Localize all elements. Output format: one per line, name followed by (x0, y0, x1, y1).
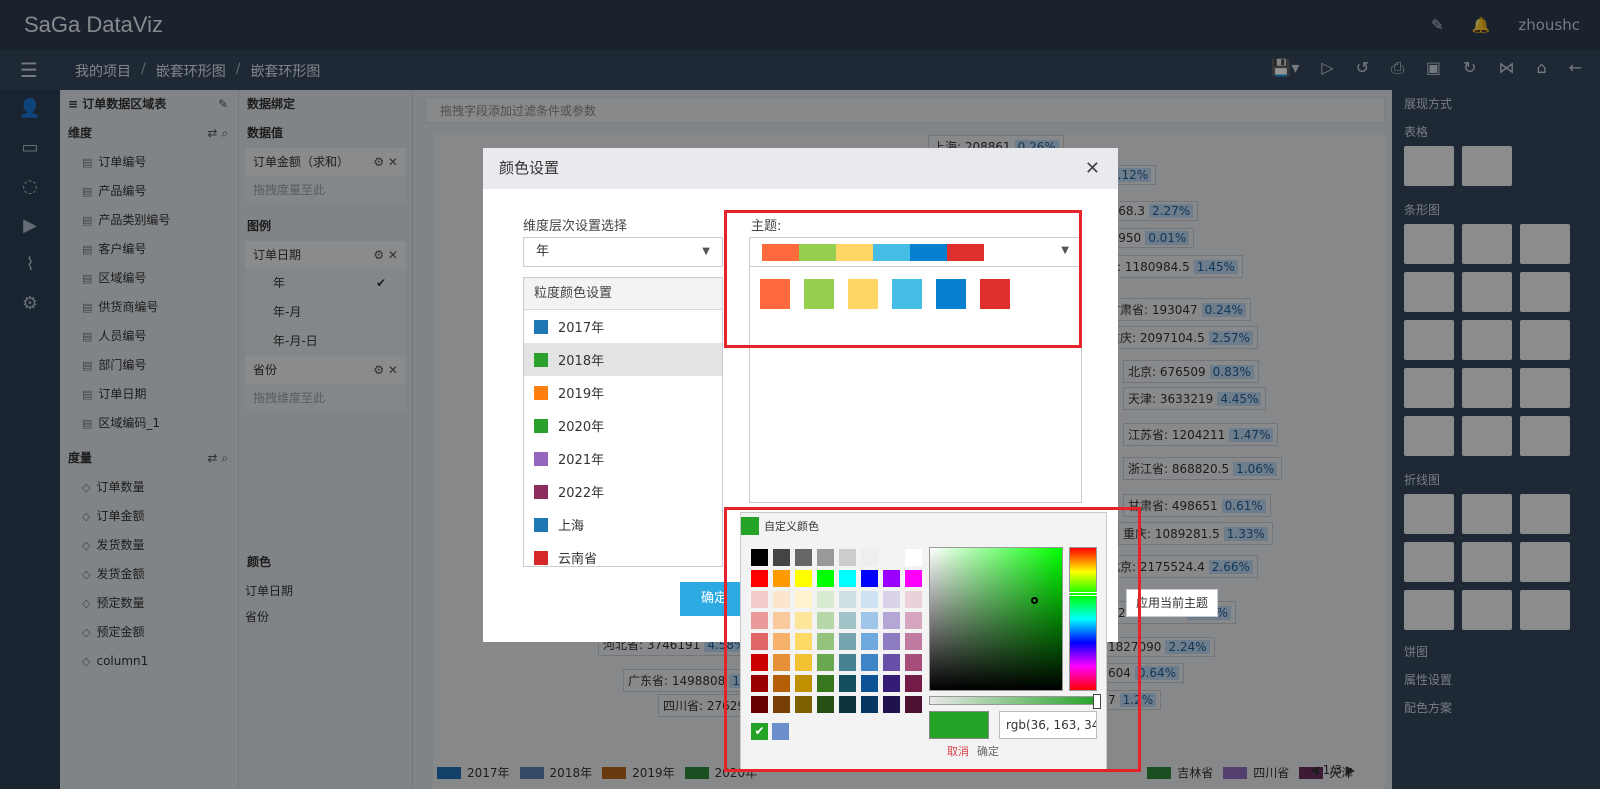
granularity-label: 2019年 (558, 387, 605, 402)
granularity-list: 粒度颜色设置 2017年 2018年 2019年 2020年 2021年 2022年上海云… (523, 277, 723, 567)
color-swatch[interactable] (534, 550, 548, 565)
granularity-item[interactable]: 2022年 (524, 475, 722, 508)
color-swatch[interactable] (534, 484, 548, 499)
color-swatch[interactable] (534, 418, 548, 433)
granularity-item[interactable]: 上海 (524, 508, 722, 541)
level-select-label: 维度层次设置选择 (523, 219, 628, 234)
granularity-item[interactable]: 2018年 (524, 343, 722, 376)
granularity-label: 2021年 (558, 453, 605, 468)
level-select[interactable]: 年 ▼ (523, 237, 723, 267)
close-icon[interactable]: ✕ (1085, 148, 1100, 189)
chevron-down-icon: ▼ (702, 246, 710, 257)
granularity-header: 粒度颜色设置 (524, 278, 722, 310)
highlight-box (724, 210, 1082, 348)
color-swatch[interactable] (534, 352, 548, 367)
level-select-value: 年 (536, 244, 550, 259)
granularity-label: 上海 (558, 519, 585, 534)
granularity-label: 云南省 (558, 552, 598, 567)
granularity-item[interactable]: 云南省 (524, 541, 722, 567)
color-swatch[interactable] (534, 517, 548, 532)
granularity-item[interactable]: 2017年 (524, 310, 722, 343)
granularity-item[interactable]: 2021年 (524, 442, 722, 475)
color-swatch[interactable] (534, 385, 548, 400)
highlight-box (724, 507, 1141, 772)
granularity-label: 2018年 (558, 354, 605, 369)
granularity-label: 2022年 (558, 486, 605, 501)
granularity-label: 2017年 (558, 321, 605, 336)
granularity-label: 2020年 (558, 420, 605, 435)
granularity-item[interactable]: 2020年 (524, 409, 722, 442)
dialog-title: 颜色设置 (499, 159, 560, 177)
color-swatch[interactable] (534, 451, 548, 466)
granularity-item[interactable]: 2019年 (524, 376, 722, 409)
dialog-header: 颜色设置 ✕ (483, 148, 1118, 189)
color-swatch[interactable] (534, 319, 548, 334)
